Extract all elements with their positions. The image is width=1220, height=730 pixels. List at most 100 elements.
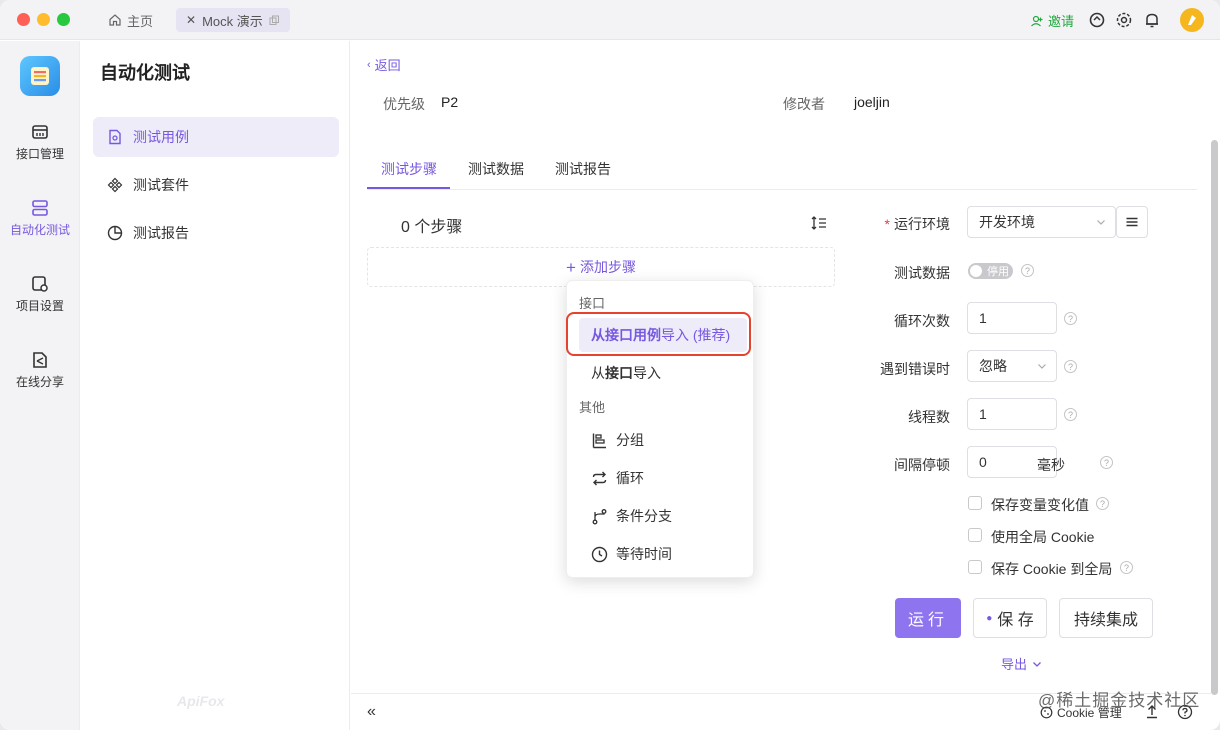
sync-icon[interactable]	[1088, 11, 1106, 29]
tab-home[interactable]: 主页	[108, 9, 153, 31]
back-link[interactable]: ‹ 返回	[367, 55, 401, 74]
source-watermark: @稀土掘金技术社区	[1038, 691, 1201, 710]
save-button[interactable]: ● 保 存	[973, 598, 1047, 638]
copy-icon[interactable]	[269, 15, 280, 26]
add-wait-item[interactable]: 等待时间	[579, 537, 747, 571]
main-content: ‹ 返回 优先级 P2 修改者 joeljin 测试步骤 测试数据 测试报告 0…	[351, 41, 1211, 693]
save-cookie-global-checkbox[interactable]	[968, 560, 982, 574]
help-icon[interactable]: ?	[1021, 264, 1034, 277]
modifier-value: joeljin	[854, 94, 890, 110]
help-icon[interactable]: ?	[1064, 360, 1077, 373]
save-var-changes-checkbox[interactable]	[968, 496, 982, 510]
title-bar: 主页 ✕ Mock 演示 邀请	[0, 0, 1220, 40]
sidebar-title: 自动化测试	[100, 63, 190, 83]
tab-test-steps[interactable]: 测试步骤	[381, 159, 437, 179]
use-global-cookie-checkbox[interactable]	[968, 528, 982, 542]
loop-label: 循环	[616, 470, 644, 486]
env-select[interactable]: 开发环境	[967, 206, 1116, 238]
steps-count: 0 个步骤	[401, 219, 463, 236]
sidebar-watermark-logo: ApiFox	[177, 693, 225, 709]
loop-icon	[592, 471, 607, 485]
tab-home-label: 主页	[127, 13, 154, 29]
priority-value: P2	[441, 94, 459, 110]
tab-test-data[interactable]: 测试数据	[468, 159, 524, 179]
on-error-select[interactable]: 忽略	[967, 350, 1057, 382]
sidebar-item-test-cases[interactable]: 测试用例	[93, 117, 339, 157]
save-label: 保 存	[997, 612, 1034, 629]
help-icon[interactable]: ?	[1120, 561, 1133, 574]
minimize-window-button[interactable]	[37, 13, 50, 26]
clock-icon	[591, 546, 608, 562]
tab-bar: 测试步骤 测试数据 测试报告	[367, 147, 1197, 190]
sidebar-item-test-suites[interactable]: 测试套件	[93, 165, 339, 205]
chevron-left-icon: ‹	[367, 58, 371, 71]
env-select-value: 开发环境	[979, 214, 1035, 230]
add-group-item[interactable]: 分组	[579, 423, 747, 457]
back-label: 返回	[374, 58, 401, 73]
add-user-icon	[1031, 15, 1043, 26]
condition-label: 条件分支	[616, 508, 672, 524]
rail-item-automation-testing[interactable]: 自动化测试	[0, 199, 80, 238]
help-icon[interactable]: ?	[1100, 456, 1113, 469]
active-tab-indicator	[367, 187, 450, 189]
env-label: * 运行环境	[850, 214, 950, 234]
run-button[interactable]: 运行	[895, 598, 961, 638]
add-step-label: 添加步骤	[579, 259, 636, 275]
wait-label: 等待时间	[616, 546, 672, 562]
import-from-api-item[interactable]: 从接口导入	[579, 356, 747, 390]
maximize-window-button[interactable]	[57, 13, 70, 26]
invite-label: 邀请	[1048, 14, 1075, 29]
nav-rail: 接口管理 自动化测试 项目设置 在线分享	[0, 41, 80, 730]
bell-icon[interactable]	[1143, 11, 1161, 29]
export-label: 导出	[1001, 657, 1028, 672]
save-var-changes-label: 保存变量变化值	[991, 497, 1089, 513]
close-tab-icon[interactable]: ✕	[186, 13, 196, 27]
plus-icon: +	[566, 257, 576, 277]
sidebar-item-label: 测试用例	[133, 129, 189, 145]
required-mark: *	[884, 216, 890, 232]
automation-icon	[32, 200, 48, 216]
chevron-down-icon	[1097, 220, 1105, 225]
vertical-scrollbar[interactable]	[1211, 140, 1218, 695]
home-icon	[109, 14, 121, 26]
on-error-label: 遇到错误时	[880, 361, 950, 377]
avatar[interactable]	[1180, 8, 1204, 32]
rail-item-project-settings[interactable]: 项目设置	[0, 275, 80, 314]
menu-icon	[1126, 217, 1138, 227]
sort-icon[interactable]	[810, 214, 828, 232]
rail-item-online-share[interactable]: 在线分享	[0, 351, 80, 390]
threads-input[interactable]: 1	[967, 398, 1057, 430]
highlight-annotation-box	[566, 312, 751, 356]
env-manage-button[interactable]	[1116, 206, 1148, 238]
tab-test-report[interactable]: 测试报告	[555, 159, 611, 179]
sidebar-item-label: 测试报告	[133, 225, 189, 241]
collapse-sidebar-icon[interactable]: «	[367, 703, 376, 721]
app-logo[interactable]	[20, 56, 60, 96]
threads-label: 线程数	[908, 409, 950, 425]
app-window: 主页 ✕ Mock 演示 邀请 接口管理 自动化测试 项目设置 在线分享 自动化…	[0, 0, 1220, 730]
rail-item-api-management[interactable]: 接口管理	[0, 123, 80, 162]
test-case-icon	[109, 129, 121, 145]
modifier-label: 修改者	[783, 96, 825, 112]
tab-mock-demo[interactable]: ✕ Mock 演示	[176, 8, 290, 32]
add-loop-item[interactable]: 循环	[579, 461, 747, 495]
help-icon[interactable]: ?	[1096, 497, 1109, 510]
invite-button[interactable]: 邀请	[1030, 11, 1074, 30]
gear-icon[interactable]	[1115, 11, 1133, 29]
loop-label: 循环次数	[894, 313, 950, 329]
export-dropdown[interactable]: 导出	[1001, 654, 1042, 673]
add-condition-item[interactable]: 条件分支	[579, 499, 747, 533]
toggle-knob	[970, 265, 982, 277]
sidebar-item-test-reports[interactable]: 测试报告	[93, 213, 339, 253]
ci-button[interactable]: 持续集成	[1059, 598, 1153, 638]
test-data-toggle[interactable]: 停用	[968, 263, 1013, 279]
close-window-button[interactable]	[17, 13, 30, 26]
dropdown-group-api: 接口	[579, 296, 606, 311]
interval-unit: 毫秒	[1037, 457, 1065, 473]
help-icon[interactable]: ?	[1064, 408, 1077, 421]
help-icon[interactable]: ?	[1064, 312, 1077, 325]
import-api-text: 从接口导入	[591, 365, 661, 381]
loop-count-input[interactable]: 1	[967, 302, 1057, 334]
interval-value: 0	[979, 454, 987, 470]
tab-mock-label: Mock 演示	[202, 13, 263, 29]
